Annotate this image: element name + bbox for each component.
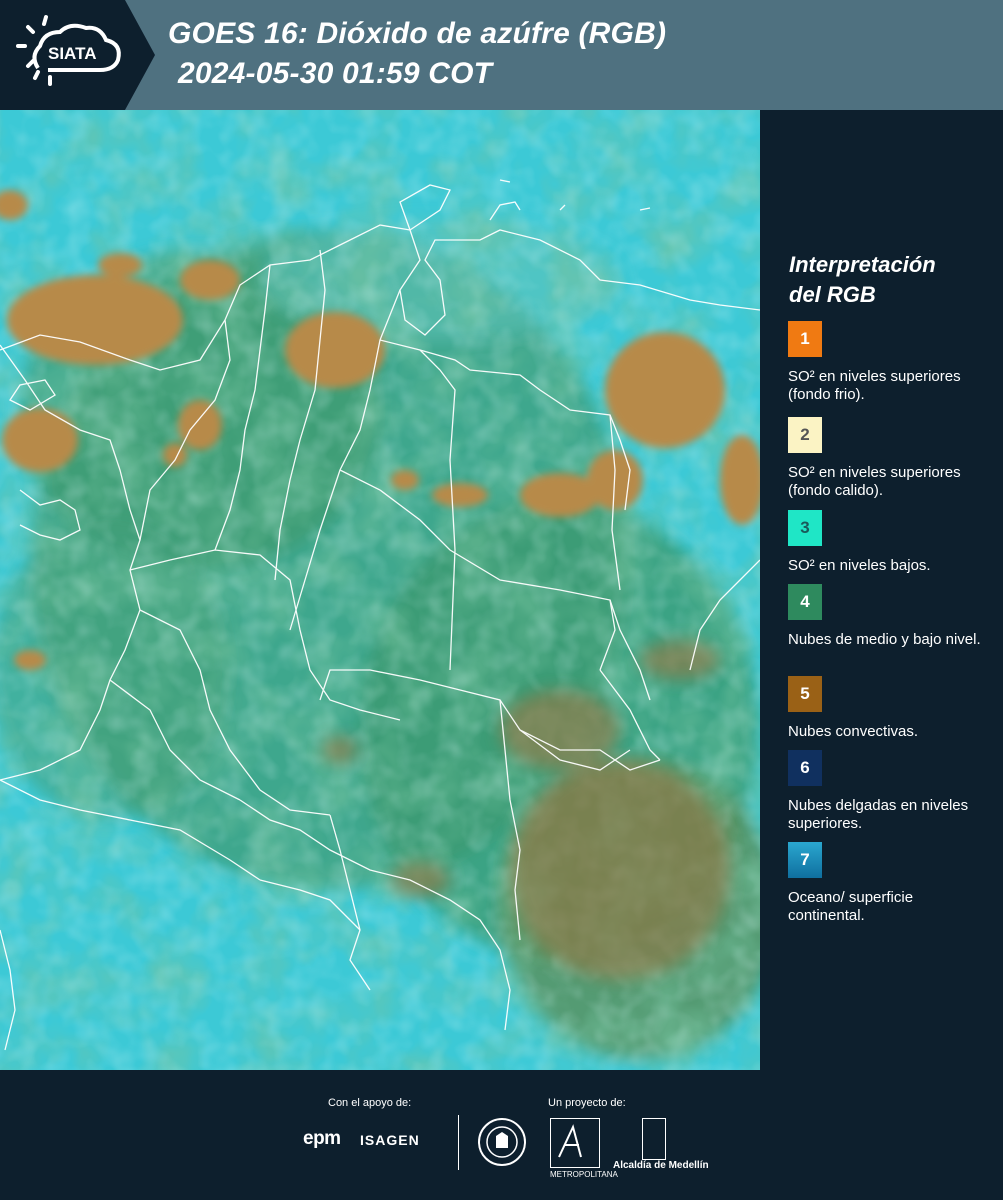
- legend-number: 6: [800, 758, 810, 777]
- legend-number: 3: [800, 518, 810, 537]
- title-line-2: 2024-05-30 01:59 COT: [178, 57, 493, 90]
- legend-item-1: 1 SO² en niveles superiores (fondo frio)…: [788, 321, 988, 404]
- legend-label: Nubes de medio y bajo nivel.: [788, 631, 981, 648]
- legend-item-5: 5 Nubes convectivas.: [788, 676, 988, 741]
- legend-swatch-4: 4: [788, 584, 822, 620]
- legend-number: 4: [800, 592, 810, 611]
- legend-number: 1: [800, 329, 810, 348]
- legend-title-line-1: Interpretación: [789, 252, 936, 277]
- title-line-1: GOES 16: Dióxido de azúfre (RGB): [168, 17, 667, 50]
- area-metropolitana-logo: [550, 1118, 600, 1168]
- legend-item-6: 6 Nubes delgadas en niveles superiores.: [788, 750, 988, 833]
- legend-label: SO² en niveles superiores (fondo frio).: [788, 368, 961, 403]
- epm-logo: epm: [303, 1128, 341, 1149]
- legend-swatch-3: 3: [788, 510, 822, 546]
- legend-number: 5: [800, 684, 810, 703]
- area-metropolitana-text: METROPOLITANA: [550, 1170, 618, 1179]
- legend-swatch-1: 1: [788, 321, 822, 357]
- legend-label: Nubes delgadas en niveles superiores.: [788, 797, 969, 832]
- legend-item-7: 7 Oceano/ superficie continental.: [788, 842, 988, 925]
- legend-panel: Interpretación del RGB 1 SO² en niveles …: [760, 110, 1003, 1070]
- alcaldia-text: Alcaldía de Medellín: [613, 1160, 709, 1171]
- legend-number: 7: [800, 850, 810, 869]
- legend-swatch-7: 7: [788, 842, 822, 878]
- alcaldia-shield-icon: [642, 1118, 666, 1160]
- legend-title: Interpretación del RGB: [789, 250, 936, 310]
- logo-text: SIATA: [48, 44, 97, 63]
- legend-number: 2: [800, 425, 810, 444]
- page-title: GOES 16: Dióxido de azúfre (RGB) 2024-05…: [168, 14, 666, 94]
- medellin-seal-icon: [478, 1118, 526, 1166]
- satellite-map: [0, 110, 760, 1070]
- isagen-logo: ISAGEN: [360, 1132, 420, 1148]
- legend-label: SO² en niveles bajos.: [788, 557, 931, 574]
- legend-label: Nubes convectivas.: [788, 723, 919, 740]
- legend-swatch-6: 6: [788, 750, 822, 786]
- footer: Con el apoyo de: Un proyecto de: epm ISA…: [0, 1070, 1003, 1200]
- legend-swatch-5: 5: [788, 676, 822, 712]
- footer-divider: [458, 1115, 459, 1170]
- header-bar: SIATA GOES 16: Dióxido de azúfre (RGB) 2…: [0, 0, 1003, 110]
- legend-label: SO² en niveles superiores (fondo calido)…: [788, 464, 961, 499]
- legend-item-4: 4 Nubes de medio y bajo nivel.: [788, 584, 988, 649]
- legend-item-3: 3 SO² en niveles bajos.: [788, 510, 988, 575]
- legend-item-2: 2 SO² en niveles superiores (fondo calid…: [788, 417, 988, 510]
- project-label: Un proyecto de:: [548, 1097, 626, 1109]
- legend-swatch-2: 2: [788, 417, 822, 453]
- legend-title-line-2: del RGB: [789, 282, 876, 307]
- support-label: Con el apoyo de:: [328, 1097, 412, 1109]
- legend-label: Oceano/ superficie continental.: [788, 889, 914, 924]
